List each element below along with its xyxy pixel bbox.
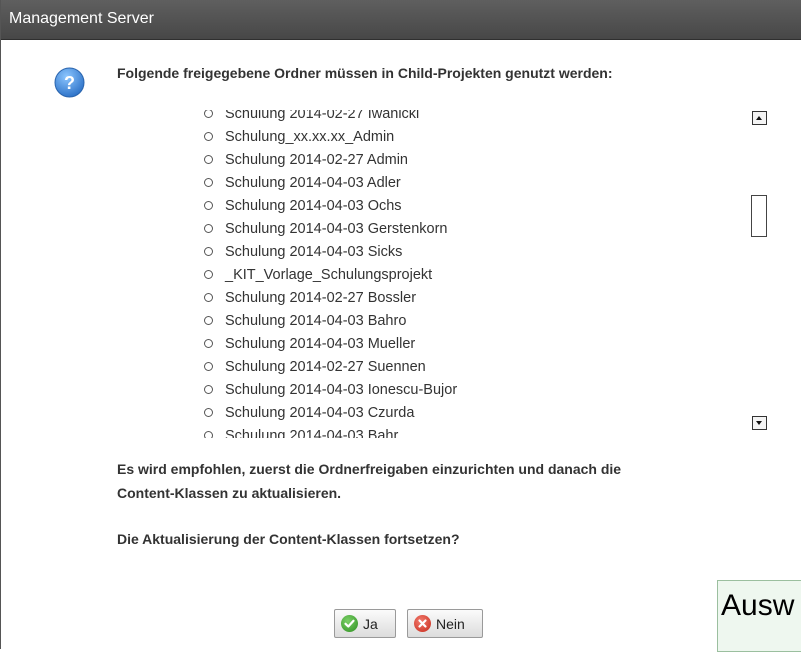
window-title: Management Server [9,10,154,27]
arrow-down-icon [756,421,762,425]
list-item: Schulung 2014-02-27 Admin [196,149,457,172]
question-icon: ? [54,67,85,98]
overlay-partial-text: Ausw [721,589,795,622]
close-icon [414,615,431,632]
bullet-icon [204,154,213,164]
arrow-up-icon [756,116,762,120]
bullet-icon [204,315,213,325]
list-item: Schulung 2014-04-03 Bahro [196,310,457,333]
scroll-down-button[interactable] [752,416,767,430]
list-item: Schulung 2014-02-27 Suennen [196,356,457,379]
list-item: Schulung 2014-04-03 Bahr [196,425,457,438]
list-item: Schulung 2014-04-03 Ochs [196,195,457,218]
bullet-icon [204,430,213,438]
list-item: Schulung 2014-04-03 Adler [196,172,457,195]
scrollbar-thumb[interactable] [751,195,767,237]
bullet-icon [204,110,213,118]
list-item: Schulung 2014-02-27 Iwanicki [196,110,457,126]
list-item: Schulung 2014-04-03 Gerstenkorn [196,218,457,241]
bullet-icon [204,361,213,371]
list-item: Schulung_xx.xx.xx_Admin [196,126,457,149]
no-button[interactable]: Nein [407,609,483,638]
folder-list[interactable]: Schulung 2014-02-27 Iwanicki Schulung_xx… [196,110,716,438]
bullet-icon [204,338,213,348]
bullet-icon [204,407,213,417]
bullet-icon [204,200,213,210]
checkmark-icon [341,615,358,632]
intro-message: Folgende freigegebene Ordner müssen in C… [117,65,613,81]
dialog-window: Management Server ? Folgende freigegeben… [0,0,801,652]
overlay-panel: Ausw [717,580,801,652]
bullet-icon [204,177,213,187]
bullet-icon [204,384,213,394]
yes-button-label: Ja [363,615,378,632]
bullet-icon [204,292,213,302]
recommendation-text-line2: Content-Klassen zu aktualisieren. [117,485,342,501]
title-bar[interactable]: Management Server [1,0,801,40]
list-item: Schulung 2014-04-03 Czurda [196,402,457,425]
list-item: Schulung 2014-02-27 Bossler [196,287,457,310]
bullet-icon [204,131,213,141]
recommendation-text-line1: Es wird empfohlen, zuerst die Ordnerfrei… [117,461,622,477]
scroll-up-button[interactable] [752,111,767,125]
bullet-icon [204,246,213,256]
list-item: Schulung 2014-04-03 Ionescu-Bujor [196,379,457,402]
no-button-label: Nein [436,615,465,632]
list-item: Schulung 2014-04-03 Mueller [196,333,457,356]
yes-button[interactable]: Ja [334,609,396,638]
list-item: Schulung 2014-04-03 Sicks [196,241,457,264]
continue-question: Die Aktualisierung der Content-Klassen f… [117,531,460,547]
list-item: _KIT_Vorlage_Schulungsprojekt [196,264,457,287]
bullet-icon [204,269,213,279]
bullet-icon [204,223,213,233]
svg-text:?: ? [64,73,75,93]
